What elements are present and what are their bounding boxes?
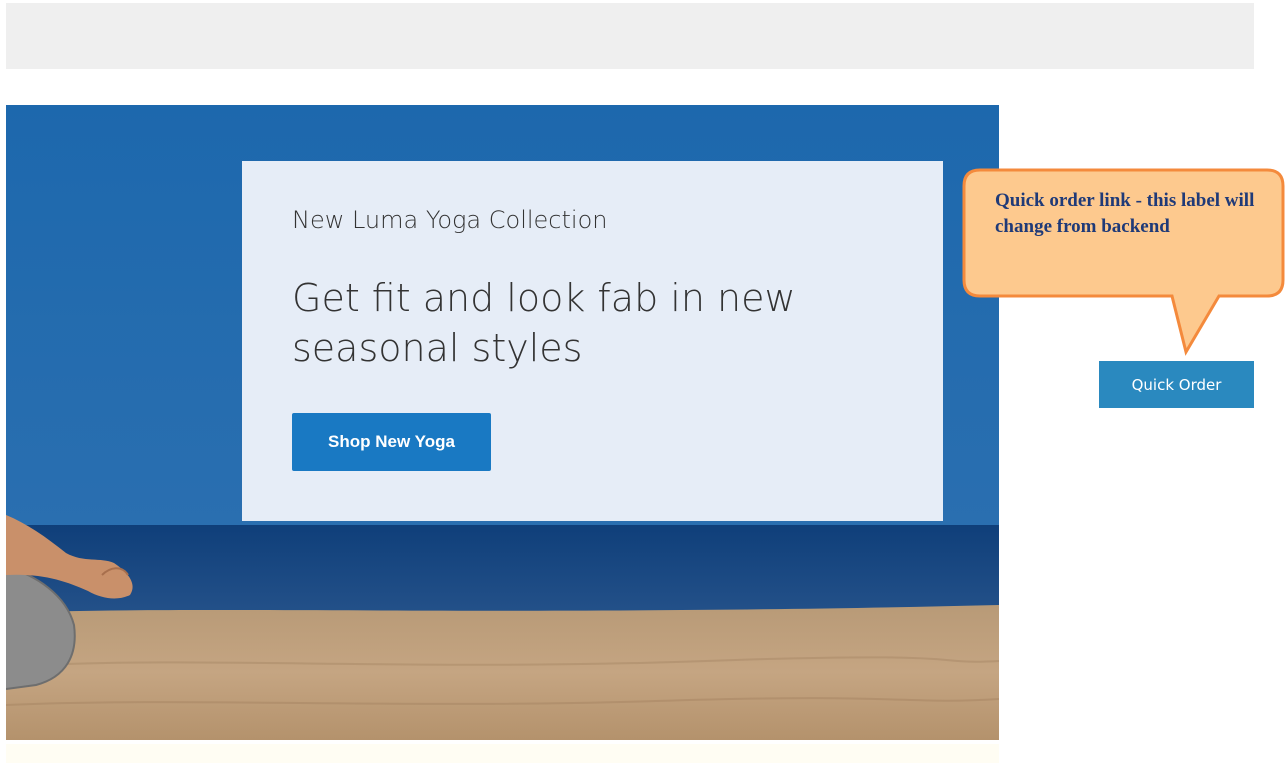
bottom-strip [6,744,999,763]
annotation-callout: Quick order link - this label will chang… [962,168,1285,356]
callout-text: Quick order link - this label will chang… [995,190,1255,237]
hero-content-panel: New Luma Yoga Collection Get fit and loo… [242,161,943,521]
hero-banner[interactable]: New Luma Yoga Collection Get fit and loo… [6,105,999,740]
top-header-bar [6,3,1254,69]
shop-new-yoga-button[interactable]: Shop New Yoga [292,413,491,471]
quick-order-link[interactable]: Quick Order [1099,361,1254,408]
hero-subtitle: New Luma Yoga Collection [292,206,608,234]
hero-title: Get fit and look fab in new seasonal sty… [292,276,796,370]
